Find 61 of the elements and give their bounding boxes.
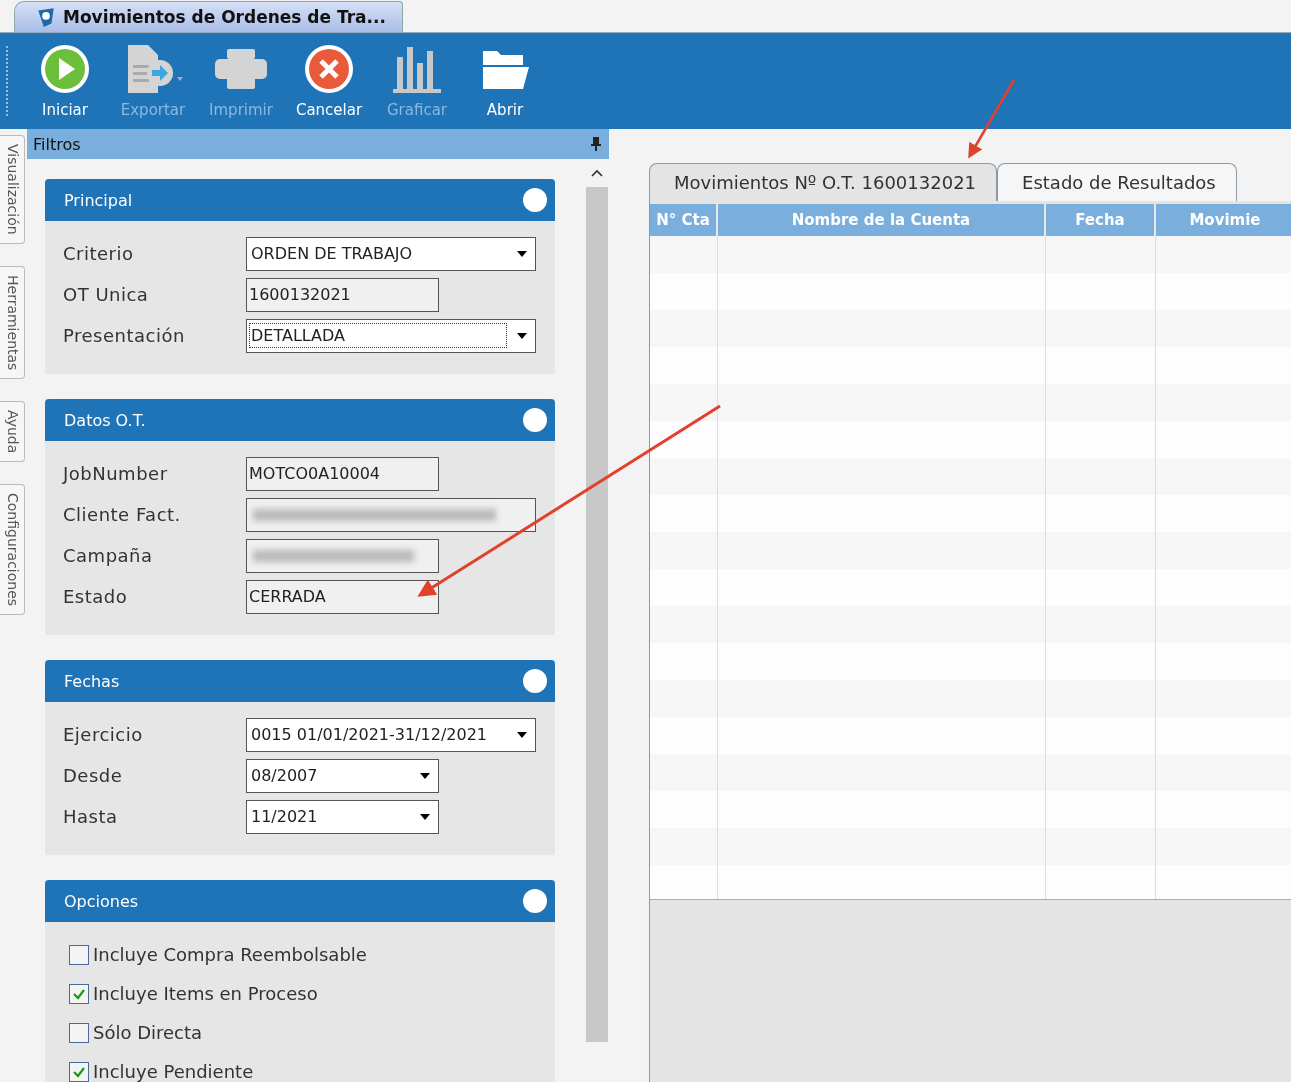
field-label: Ejercicio: [63, 724, 144, 745]
collapse-button[interactable]: [523, 408, 548, 432]
toolbar-button[interactable]: Cancelar: [285, 43, 373, 119]
toolbar-button[interactable]: Iniciar: [21, 43, 109, 119]
collapse-button[interactable]: [523, 669, 548, 693]
collapse-button[interactable]: [523, 188, 548, 212]
field-label: Desde: [63, 765, 124, 786]
input-field[interactable]: [246, 538, 439, 573]
check-icon: [72, 987, 86, 1000]
checkbox-label: Incluye Items en Proceso: [93, 983, 318, 1004]
input-field[interactable]: 1600132021: [246, 277, 439, 312]
side-tab[interactable]: Ayuda: [0, 401, 25, 463]
section-title: Fechas: [64, 671, 120, 691]
field-label: JobNumber: [63, 463, 169, 484]
caret-icon: [517, 332, 527, 339]
cancel-icon: [303, 43, 355, 95]
field-label: Criterio: [63, 243, 135, 264]
side-tab[interactable]: Visualización: [0, 135, 25, 244]
checkbox[interactable]: [69, 944, 89, 965]
checkbox[interactable]: [69, 983, 89, 1004]
input-field[interactable]: CERRADA: [246, 579, 439, 614]
tab[interactable]: Movimientos Nº O.T. 1600132021: [649, 163, 998, 201]
scroll-up-icon[interactable]: [591, 169, 604, 177]
checkbox-label: Incluye Pendiente: [93, 1061, 254, 1082]
scrollbar-thumb[interactable]: [586, 187, 609, 1042]
caret-icon: [420, 772, 430, 779]
checkbox-label: Incluye Compra Reembolsable: [93, 944, 367, 965]
caret-icon: [517, 250, 527, 257]
dropdown[interactable]: DETALLADA: [246, 318, 536, 353]
field-label: Cliente Fact.: [63, 504, 182, 525]
side-tab[interactable]: Herramientas: [0, 265, 25, 379]
checkbox[interactable]: [69, 1022, 89, 1043]
checkbox[interactable]: [69, 1061, 89, 1082]
input-field[interactable]: MOTCO0A10004: [246, 456, 439, 491]
panel-title: Filtros: [33, 134, 81, 154]
field-label: Hasta: [63, 806, 119, 827]
window-title: Movimientos de Ordenes de Tra...: [63, 7, 386, 27]
dropdown[interactable]: ORDEN DE TRABAJO: [246, 236, 536, 271]
check-icon: [72, 1065, 86, 1078]
caret-icon: [517, 731, 527, 738]
document-tab[interactable]: Movimientos de Ordenes de Tra...: [14, 1, 403, 32]
pin-icon[interactable]: [591, 137, 601, 151]
collapse-button[interactable]: [523, 889, 548, 913]
section-title: Datos O.T.: [64, 410, 146, 430]
side-tab[interactable]: Configuraciones: [0, 484, 25, 616]
tab[interactable]: Estado de Resultados: [997, 163, 1237, 201]
dropdown[interactable]: 11/2021: [246, 799, 439, 834]
dropdown[interactable]: 0015 01/01/2021-31/12/2021: [246, 717, 536, 752]
field-label: Presentación: [63, 325, 186, 346]
section-title: Opciones: [64, 891, 139, 911]
checkbox-label: Sólo Directa: [93, 1022, 203, 1043]
toolbar-button[interactable]: Abrir: [461, 43, 549, 119]
play-icon: [39, 43, 91, 95]
section-title: Principal: [64, 190, 133, 210]
app-logo-icon: [35, 6, 57, 28]
field-label: OT Unica: [63, 284, 150, 305]
input-field[interactable]: [246, 497, 536, 532]
dropdown[interactable]: 08/2007: [246, 758, 439, 793]
field-label: Estado: [63, 586, 129, 607]
field-label: Campaña: [63, 545, 154, 566]
caret-icon: [420, 813, 430, 820]
